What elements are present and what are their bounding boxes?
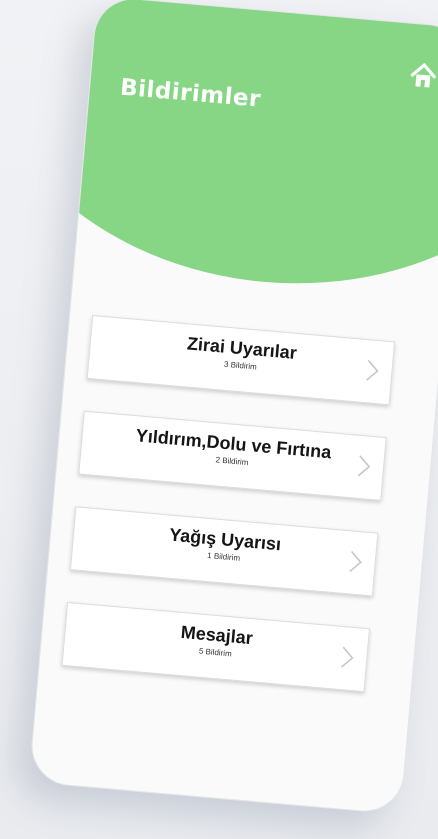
category-card-zirai[interactable]: Zirai Uyarılar 3 Bildirim bbox=[86, 314, 396, 406]
home-button[interactable] bbox=[407, 60, 438, 93]
app-screen: Bildirimler Zirai Uyarılar 3 Bildirim Yı… bbox=[28, 0, 438, 815]
category-card-mesajlar[interactable]: Mesajlar 5 Bildirim bbox=[61, 601, 370, 693]
stage: Bildirimler Zirai Uyarılar 3 Bildirim Yı… bbox=[0, 0, 438, 839]
category-card-yildirim[interactable]: Yıldırım,Dolu ve Fırtına 2 Bildirim bbox=[78, 410, 387, 501]
category-card-yagis[interactable]: Yağış Uyarısı 1 Bildirim bbox=[69, 506, 379, 597]
chevron-right-icon bbox=[357, 455, 371, 477]
chevron-right-icon bbox=[349, 550, 362, 573]
chevron-right-icon bbox=[340, 646, 354, 668]
header-background bbox=[28, 0, 438, 309]
notification-category-list: Zirai Uyarılar 3 Bildirim Yıldırım,Dolu … bbox=[59, 314, 396, 724]
home-icon bbox=[410, 63, 436, 88]
chevron-right-icon bbox=[366, 359, 379, 381]
phone-frame: Bildirimler Zirai Uyarılar 3 Bildirim Yı… bbox=[28, 0, 438, 815]
